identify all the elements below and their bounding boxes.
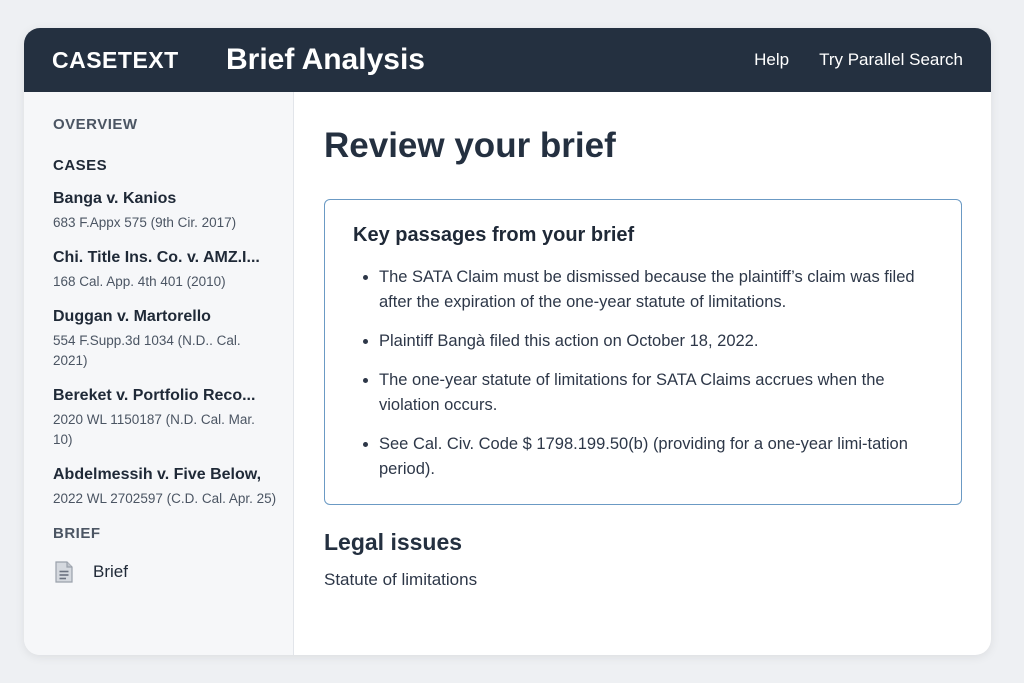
brand-logo[interactable]: CASETEXT bbox=[52, 47, 226, 74]
page-title: Review your brief bbox=[324, 126, 616, 165]
brief-link-label: Brief bbox=[93, 562, 128, 581]
case-name: Abdelmessih v. Five Below, bbox=[53, 466, 262, 483]
legal-issue-item[interactable]: Statute of limitations bbox=[324, 570, 963, 590]
parallel-search-link[interactable]: Try Parallel Search bbox=[819, 50, 963, 70]
key-passages-card: Key passages from your brief The SATA Cl… bbox=[324, 199, 962, 505]
case-citation: 2022 WL 2702597 (C.D. Cal. Apr. 25) bbox=[53, 491, 277, 506]
case-item[interactable]: Duggan v. Martorello 554 F.Supp.3d 1034 … bbox=[53, 308, 293, 371]
case-item[interactable]: Banga v. Kanios 683 F.Appx 575 (9th Cir.… bbox=[53, 190, 293, 233]
app-window: CASETEXT Brief Analysis Help Try Paralle… bbox=[24, 28, 991, 655]
sidebar: OVERVIEW CASES Banga v. Kanios 683 F.App… bbox=[24, 92, 294, 655]
legal-issues-title: Legal issues bbox=[324, 529, 463, 555]
case-name: Bereket v. Portfolio Reco... bbox=[53, 387, 256, 404]
top-nav: Help Try Parallel Search bbox=[754, 50, 963, 70]
case-citation: 2020 WL 1150187 (N.D. Cal. Mar. 10) bbox=[53, 412, 255, 447]
case-item[interactable]: Bereket v. Portfolio Reco... 2020 WL 115… bbox=[53, 387, 293, 450]
case-name: Banga v. Kanios bbox=[53, 190, 177, 207]
key-passages-title: Key passages from your brief bbox=[353, 224, 635, 246]
main-panel: Review your brief Key passages from your… bbox=[294, 92, 991, 655]
case-citation: 168 Cal. App. 4th 401 (2010) bbox=[53, 274, 226, 289]
help-link[interactable]: Help bbox=[754, 50, 789, 70]
sidebar-item-brief[interactable]: Brief bbox=[53, 560, 293, 584]
passage-item: The one-year statute of limitations for … bbox=[379, 368, 933, 418]
case-item[interactable]: Abdelmessih v. Five Below, 2022 WL 27025… bbox=[53, 466, 293, 509]
cases-heading: CASES bbox=[53, 157, 108, 174]
top-bar: CASETEXT Brief Analysis Help Try Paralle… bbox=[24, 28, 991, 92]
document-icon bbox=[55, 561, 73, 583]
passage-item: The SATA Claim must be dismissed because… bbox=[379, 265, 933, 315]
case-name: Duggan v. Martorello bbox=[53, 308, 211, 325]
app-title: Brief Analysis bbox=[226, 43, 425, 76]
case-citation: 683 F.Appx 575 (9th Cir. 2017) bbox=[53, 215, 237, 230]
passage-list: The SATA Claim must be dismissed because… bbox=[353, 265, 933, 482]
sidebar-item-overview[interactable]: OVERVIEW bbox=[53, 116, 293, 133]
case-item[interactable]: Chi. Title Ins. Co. v. AMZ.I... 168 Cal.… bbox=[53, 249, 293, 292]
brief-heading: BRIEF bbox=[53, 525, 101, 542]
passage-item: Plaintiff Bangà filed this action on Oct… bbox=[379, 329, 933, 354]
case-citation: 554 F.Supp.3d 1034 (N.D.. Cal. 2021) bbox=[53, 333, 241, 368]
case-name: Chi. Title Ins. Co. v. AMZ.I... bbox=[53, 249, 260, 266]
passage-item: See Cal. Civ. Code $ 1798.199.50(b) (pro… bbox=[379, 432, 933, 482]
content-area: OVERVIEW CASES Banga v. Kanios 683 F.App… bbox=[24, 92, 991, 655]
